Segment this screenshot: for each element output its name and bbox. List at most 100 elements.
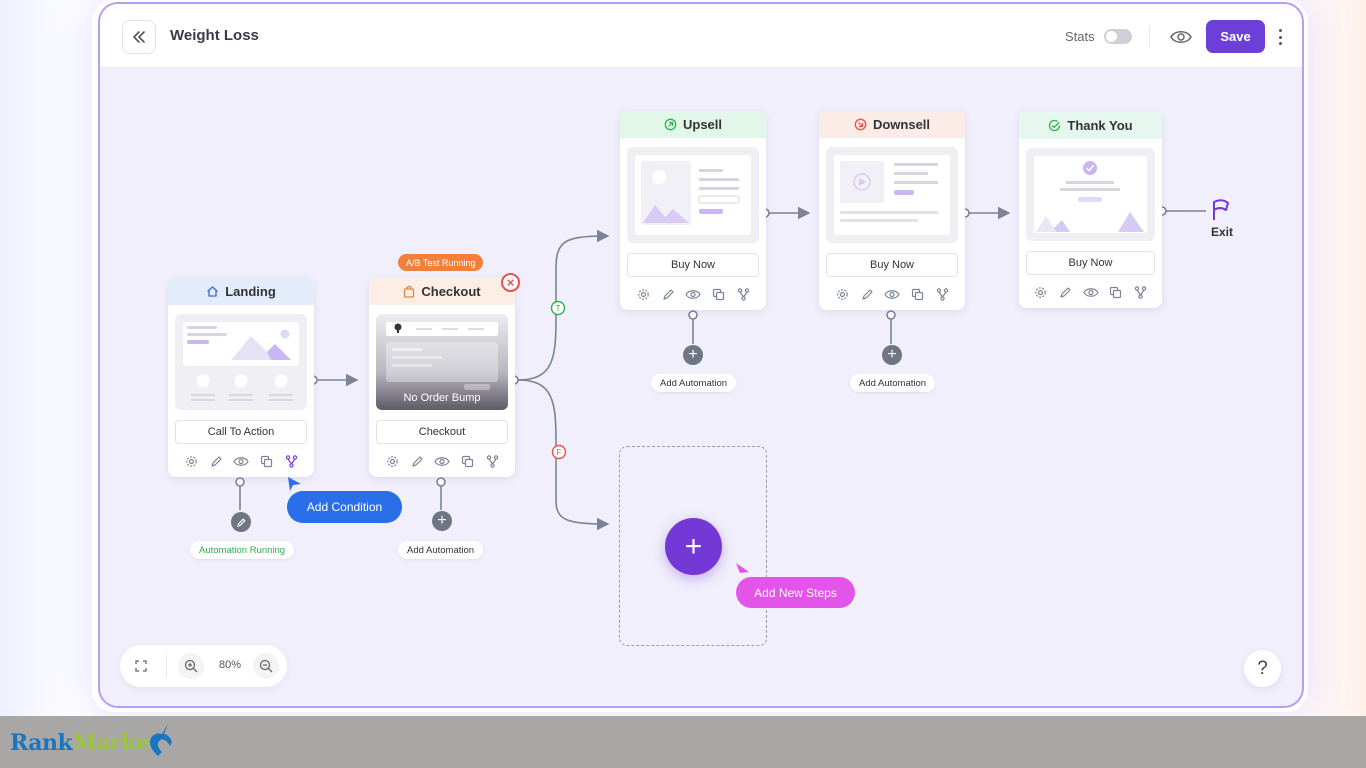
add-automation-label[interactable]: Add Automation [398, 541, 484, 559]
split-branch-icon[interactable] [934, 286, 950, 302]
top-bar: Weight Loss Stats Save [100, 4, 1302, 68]
page-thumbnail [627, 147, 759, 243]
upsell-circle-icon [664, 118, 677, 131]
step-toolbar [620, 277, 766, 310]
add-automation-label[interactable]: Add Automation [651, 374, 737, 392]
fullscreen-button[interactable] [128, 653, 154, 679]
save-button[interactable]: Save [1206, 20, 1265, 53]
close-icon[interactable]: × [501, 273, 520, 292]
step-toolbar [168, 444, 314, 477]
page-thumbnail [826, 147, 958, 243]
preview-button[interactable] [1168, 26, 1194, 48]
add-automation-plus-button[interactable]: + [683, 345, 703, 365]
step-header: Thank You [1019, 111, 1162, 139]
help-button[interactable]: ? [1244, 650, 1281, 687]
double-chevron-left-icon [133, 31, 145, 43]
step-toolbar [369, 444, 515, 477]
add-automation-plus-button[interactable]: + [882, 345, 902, 365]
step-card-thank-you[interactable]: Thank You Buy Now [1019, 111, 1162, 308]
unicorn-logo-icon [150, 724, 172, 756]
home-icon [207, 286, 219, 297]
duplicate-icon[interactable] [1108, 284, 1124, 300]
step-cta-button[interactable]: Checkout [376, 420, 508, 444]
eye-icon[interactable] [884, 286, 900, 302]
settings-icon[interactable] [635, 286, 651, 302]
duplicate-icon[interactable] [909, 286, 925, 302]
step-title: Downsell [872, 117, 931, 132]
eye-icon [1170, 31, 1192, 43]
cursor-pointer-icon [736, 563, 749, 573]
step-header: Landing [168, 278, 314, 305]
step-cta-button[interactable]: Buy Now [1026, 251, 1155, 275]
step-cta-button[interactable]: Buy Now [627, 253, 759, 277]
step-card-checkout[interactable]: Checkout No Order Bump Checkout [369, 278, 515, 477]
edit-icon[interactable] [660, 286, 676, 302]
split-branch-icon[interactable] [735, 286, 751, 302]
upsell-thumbnail-illustration [635, 155, 751, 235]
zoom-out-button[interactable] [253, 653, 279, 679]
downsell-circle-icon [854, 118, 867, 131]
thumbnail-caption: No Order Bump [403, 392, 481, 404]
shopping-bag-icon [404, 285, 415, 298]
check-circle-icon [1049, 119, 1061, 131]
split-branch-icon[interactable] [283, 453, 299, 469]
split-branch-icon[interactable] [484, 453, 500, 469]
settings-icon[interactable] [384, 453, 400, 469]
add-automation-label[interactable]: Add Automation [850, 374, 936, 392]
zoom-in-icon [184, 659, 198, 673]
page-title: Weight Loss [170, 27, 259, 44]
step-header: Checkout [369, 278, 515, 305]
settings-icon[interactable] [834, 286, 850, 302]
add-automation-plus-button[interactable]: + [432, 511, 452, 531]
step-cta-button[interactable]: Call To Action [175, 420, 307, 444]
duplicate-icon[interactable] [710, 286, 726, 302]
step-card-landing[interactable]: Landing Call To Action [168, 278, 314, 477]
duplicate-icon[interactable] [258, 453, 274, 469]
ab-test-badge: A/B Test Running [398, 254, 484, 271]
divider [1149, 26, 1150, 48]
cursor-pointer-icon [288, 477, 301, 491]
footer-bar [0, 716, 1366, 768]
stats-toggle[interactable] [1104, 29, 1132, 44]
edit-icon[interactable] [208, 453, 224, 469]
settings-icon[interactable] [1033, 284, 1049, 300]
add-step-plus-button[interactable]: + [665, 518, 722, 575]
page: Weight Loss Stats Save T F Landing Call … [0, 0, 1366, 768]
fullscreen-icon [135, 660, 147, 672]
step-card-downsell[interactable]: Downsell Buy Now [819, 111, 965, 310]
eye-icon[interactable] [434, 453, 450, 469]
automation-edit-button[interactable] [231, 512, 251, 532]
thank-you-thumbnail-illustration [1034, 156, 1147, 233]
edit-icon[interactable] [859, 286, 875, 302]
zoom-controls: 80% [120, 645, 287, 687]
page-thumbnail: No Order Bump [376, 314, 508, 410]
brand-logo-part1: Rank [10, 730, 73, 756]
brand-logo: RankMarket [10, 730, 159, 756]
step-cta-button[interactable]: Buy Now [826, 253, 958, 277]
settings-icon[interactable] [183, 453, 199, 469]
eye-icon[interactable] [233, 453, 249, 469]
pencil-icon [236, 517, 246, 527]
duplicate-icon[interactable] [459, 453, 475, 469]
step-toolbar [819, 277, 965, 310]
eye-icon[interactable] [685, 286, 701, 302]
downsell-thumbnail-illustration [834, 155, 950, 235]
edit-icon[interactable] [409, 453, 425, 469]
more-options-icon[interactable] [1274, 26, 1286, 48]
step-title: Checkout [421, 284, 481, 299]
add-condition-button[interactable]: Add Condition [287, 491, 402, 523]
split-branch-icon[interactable] [1133, 284, 1149, 300]
eye-icon[interactable] [1082, 284, 1099, 300]
step-card-upsell[interactable]: Upsell Buy Now [620, 111, 766, 310]
step-title: Landing [225, 284, 276, 299]
landing-thumbnail-illustration [183, 322, 299, 401]
step-title: Thank You [1067, 117, 1133, 133]
divider [166, 655, 167, 677]
zoom-in-button[interactable] [178, 653, 204, 679]
exit-label: Exit [1211, 225, 1234, 239]
add-new-steps-button[interactable]: Add New Steps [736, 577, 855, 608]
edit-icon[interactable] [1058, 284, 1074, 300]
zoom-out-icon [259, 659, 273, 673]
stats-label: Stats [1065, 29, 1095, 44]
back-button[interactable] [122, 20, 156, 54]
